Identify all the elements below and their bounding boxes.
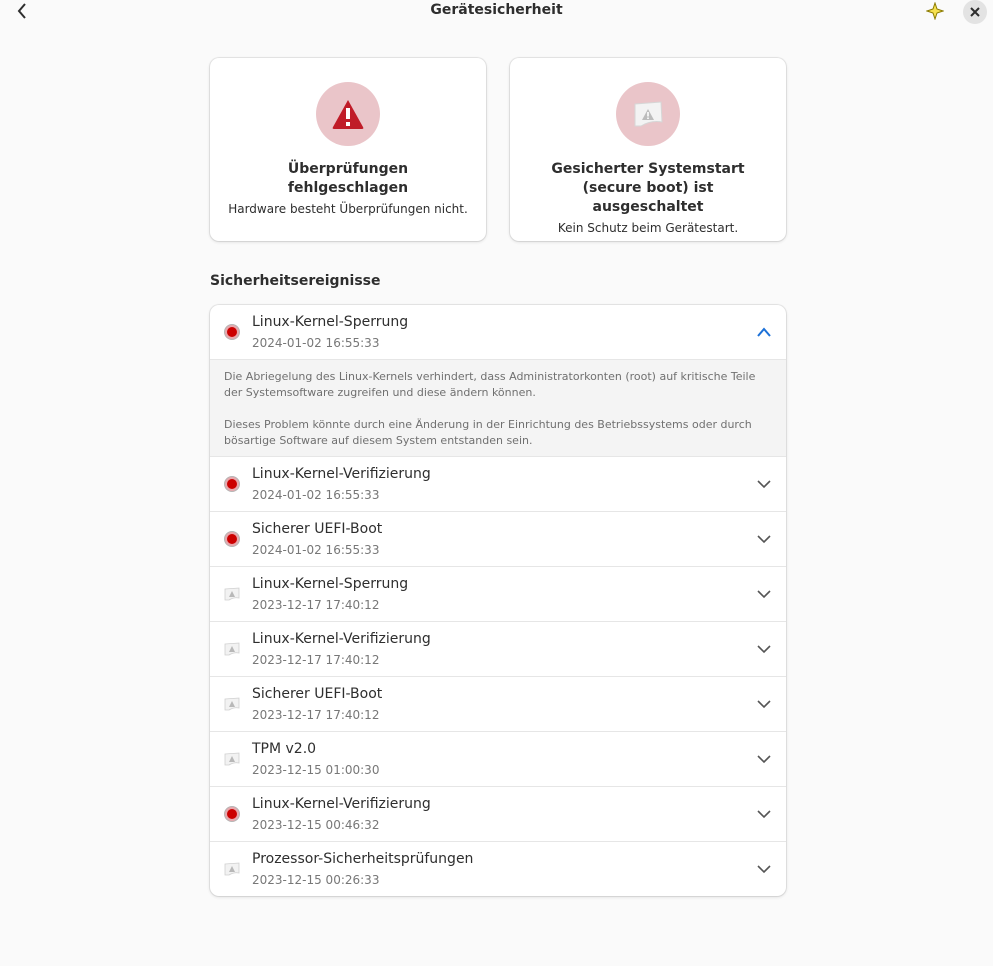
status-warning-icon bbox=[224, 641, 240, 657]
event-row[interactable]: Prozessor-Sicherheitsprüfungen 2023-12-1… bbox=[210, 841, 786, 896]
boot-warning-icon bbox=[634, 101, 663, 127]
card-title: Überprüfungen fehlgeschlagen bbox=[287, 161, 409, 196]
event-row[interactable]: Linux-Kernel-Verifizierung 2023-12-15 00… bbox=[210, 786, 786, 841]
card-icon-circle bbox=[316, 82, 380, 146]
chevron-down-icon[interactable] bbox=[756, 533, 772, 545]
event-row[interactable]: Linux-Kernel-Sperrung 2024-01-02 16:55:3… bbox=[210, 305, 786, 359]
status-error-icon bbox=[224, 531, 240, 547]
event-name: TPM v2.0 bbox=[252, 741, 317, 757]
status-warning-icon bbox=[224, 861, 240, 877]
warning-triangle-icon bbox=[332, 100, 364, 129]
star-button[interactable] bbox=[924, 0, 946, 22]
event-time: 2023-12-17 17:40:12 bbox=[252, 653, 380, 667]
status-warning-icon bbox=[224, 586, 240, 602]
card-subtitle: Hardware besteht Überprüfungen nicht. bbox=[228, 202, 468, 216]
status-error-icon bbox=[224, 324, 240, 340]
chevron-down-icon[interactable] bbox=[756, 753, 772, 765]
chevron-down-icon[interactable] bbox=[756, 808, 772, 820]
status-warning-icon bbox=[224, 751, 240, 767]
chevron-down-icon[interactable] bbox=[756, 863, 772, 875]
event-time: 2023-12-17 17:40:12 bbox=[252, 598, 380, 612]
chevron-down-icon[interactable] bbox=[756, 588, 772, 600]
event-row[interactable]: Sicherer UEFI-Boot 2023-12-17 17:40:12 bbox=[210, 676, 786, 731]
event-name: Linux-Kernel-Sperrung bbox=[252, 576, 409, 592]
card-title: Gesicherter Systemstart (secure boot) is… bbox=[551, 161, 745, 215]
card-subtitle: Kein Schutz beim Gerätestart. bbox=[557, 221, 739, 235]
checks-failed-card: Überprüfungen fehlgeschlagen Hardware be… bbox=[210, 58, 486, 241]
chevron-down-icon[interactable] bbox=[756, 698, 772, 710]
section-title: Sicherheitsereignisse bbox=[210, 273, 381, 289]
event-name: Linux-Kernel-Sperrung bbox=[252, 314, 409, 330]
event-row[interactable]: Linux-Kernel-Verifizierung 2024-01-02 16… bbox=[210, 456, 786, 511]
event-row[interactable]: Sicherer UEFI-Boot 2024-01-02 16:55:33 bbox=[210, 511, 786, 566]
event-name: Sicherer UEFI-Boot bbox=[252, 521, 383, 537]
event-details-text: Dieses Problem könnte durch eine Änderun… bbox=[224, 418, 752, 447]
status-error-icon bbox=[224, 806, 240, 822]
event-time: 2024-01-02 16:55:33 bbox=[252, 336, 380, 350]
event-time: 2024-01-02 16:55:33 bbox=[252, 488, 380, 502]
secure-boot-card: Gesicherter Systemstart (secure boot) is… bbox=[510, 58, 786, 241]
event-time: 2023-12-17 17:40:12 bbox=[252, 708, 380, 722]
event-row[interactable]: Linux-Kernel-Sperrung 2023-12-17 17:40:1… bbox=[210, 566, 786, 621]
page-title: Gerätesicherheit bbox=[430, 2, 563, 18]
event-time: 2023-12-15 00:46:32 bbox=[252, 818, 380, 832]
event-name: Prozessor-Sicherheitsprüfungen bbox=[252, 851, 474, 867]
chevron-down-icon[interactable] bbox=[756, 643, 772, 655]
event-row[interactable]: TPM v2.0 2023-12-15 01:00:30 bbox=[210, 731, 786, 786]
status-warning-icon bbox=[224, 696, 240, 712]
sparkle-icon bbox=[926, 2, 944, 20]
chevron-up-icon[interactable] bbox=[756, 326, 772, 338]
event-name: Sicherer UEFI-Boot bbox=[252, 686, 383, 702]
close-button[interactable] bbox=[963, 0, 987, 24]
event-time: 2023-12-15 01:00:30 bbox=[252, 763, 380, 777]
event-name: Linux-Kernel-Verifizierung bbox=[252, 631, 431, 647]
event-details-text: Die Abriegelung des Linux-Kernels verhin… bbox=[224, 370, 756, 399]
event-name: Linux-Kernel-Verifizierung bbox=[252, 466, 431, 482]
event-time: 2024-01-02 16:55:33 bbox=[252, 543, 380, 557]
header-bar: Gerätesicherheit bbox=[0, 0, 993, 24]
close-icon bbox=[970, 7, 980, 17]
status-cards: Überprüfungen fehlgeschlagen Hardware be… bbox=[210, 58, 786, 241]
chevron-down-icon[interactable] bbox=[756, 478, 772, 490]
event-row[interactable]: Linux-Kernel-Verifizierung 2023-12-17 17… bbox=[210, 621, 786, 676]
event-time: 2023-12-15 00:26:33 bbox=[252, 873, 380, 887]
status-error-icon bbox=[224, 476, 240, 492]
card-icon-circle bbox=[616, 82, 680, 146]
event-details: Die Abriegelung des Linux-Kernels verhin… bbox=[210, 359, 786, 456]
security-events-list: Linux-Kernel-Sperrung 2024-01-02 16:55:3… bbox=[210, 305, 786, 896]
event-name: Linux-Kernel-Verifizierung bbox=[252, 796, 431, 812]
